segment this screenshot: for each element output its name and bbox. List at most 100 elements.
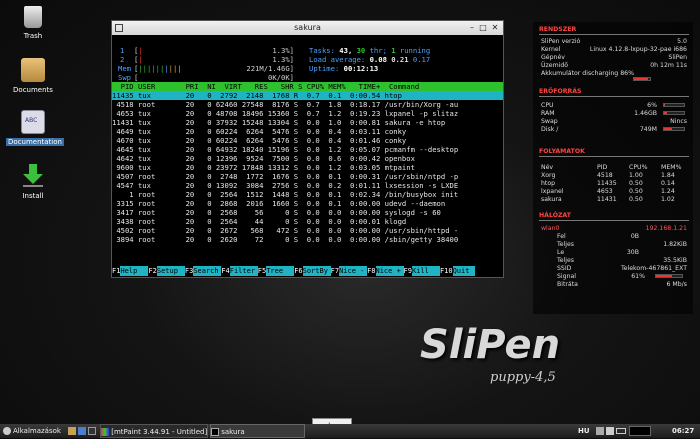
uptime-line: Uptime: 00:12:13 bbox=[309, 64, 379, 73]
desktop-icon-documents[interactable]: Documents bbox=[6, 58, 60, 94]
fkey-f7[interactable]: F7Nice - bbox=[330, 266, 368, 276]
teljes2-row: Teljes 35.5KiB bbox=[557, 257, 687, 264]
process-row: lxpanel 4653 0.50 1.24 bbox=[541, 188, 687, 196]
process-row[interactable]: 4547 tux 20 0 13092 3084 2756 S 0.0 0.2 … bbox=[112, 181, 503, 190]
process-row: sakura 11431 0.50 1.02 bbox=[541, 196, 687, 204]
fkey-f3[interactable]: F3Search bbox=[184, 266, 222, 276]
divider bbox=[539, 96, 689, 97]
desktop-icon-install[interactable]: Install bbox=[6, 162, 60, 200]
desktop-icon-label: Trash bbox=[23, 32, 43, 40]
ssid-row: SSID Telekom-467861_EXT bbox=[557, 265, 687, 272]
process-cell: 0.50 bbox=[629, 180, 643, 187]
process-row[interactable]: 3894 root 20 0 2620 72 0 S 0.0 0.0 0:00.… bbox=[112, 235, 503, 244]
fkey-key: F10 bbox=[439, 266, 453, 276]
desktop-icon-trash[interactable]: Trash bbox=[6, 6, 60, 40]
process-row[interactable]: 11435 tux 20 0 2792 2148 1768 R 0.7 0.1 … bbox=[112, 91, 503, 100]
process-row[interactable]: 1 root 20 0 2564 1512 1448 S 0.0 0.1 0:0… bbox=[112, 190, 503, 199]
process-cell: lxpanel bbox=[541, 188, 564, 195]
process-row[interactable]: 4518 root 20 0 62460 27548 8176 S 0.7 1.… bbox=[112, 100, 503, 109]
taskbar-button-sakura[interactable]: sakura bbox=[210, 424, 305, 438]
process-table-header[interactable]: PID USER PRI NI VIRT RES SHR S CPU% MEM%… bbox=[112, 82, 503, 91]
process-row[interactable]: 4502 root 20 0 2672 568 472 S 0.0 0.0 0:… bbox=[112, 226, 503, 235]
process-row[interactable]: 4670 tux 20 0 60224 6264 5476 S 0.0 0.4 … bbox=[112, 136, 503, 145]
process-row[interactable]: 11431 tux 20 0 37932 15248 13304 S 0.0 1… bbox=[112, 118, 503, 127]
logo-sub-text: puppy-4,5 bbox=[490, 370, 556, 385]
process-row[interactable]: 4649 tux 20 0 60224 6264 5476 S 0.0 0.4 … bbox=[112, 127, 503, 136]
fkey-f5[interactable]: F5Tree bbox=[257, 266, 295, 276]
volume-icon[interactable] bbox=[606, 427, 615, 435]
file-manager-icon[interactable] bbox=[68, 427, 76, 435]
column-header: Név bbox=[541, 164, 554, 171]
process-cell: Xorg bbox=[541, 172, 556, 179]
section-title-folyamatok: FOLYAMATOK bbox=[539, 148, 585, 155]
fkey-f6[interactable]: F6SortBy bbox=[294, 266, 331, 276]
process-cell: 4518 bbox=[597, 172, 613, 179]
start-menu-button[interactable]: Alkalmazások bbox=[3, 424, 61, 438]
folder-icon bbox=[21, 58, 45, 82]
process-cell: 11431 bbox=[597, 196, 617, 203]
fkey-label: Tree bbox=[266, 266, 295, 276]
browser-icon[interactable] bbox=[78, 427, 87, 435]
system-info-key: Akkumulátor discharging 86% bbox=[541, 70, 634, 77]
cpu1-bar: [| bbox=[134, 46, 143, 55]
desktop-icon-documentation[interactable]: ABC Documentation bbox=[6, 110, 64, 146]
fkey-label: Quit bbox=[452, 266, 475, 276]
tray-icons[interactable] bbox=[596, 424, 651, 438]
process-cell: 1.02 bbox=[661, 196, 675, 203]
fkey-key: F8 bbox=[367, 266, 376, 276]
fkey-f9[interactable]: F9Kill bbox=[403, 266, 440, 276]
fkey-f2[interactable]: F2Setup bbox=[148, 266, 185, 276]
fkey-label: Kill bbox=[411, 266, 440, 276]
taskbar-button-label: sakura bbox=[221, 428, 245, 436]
system-info-value: 0h 12m 11s bbox=[650, 62, 687, 69]
fkey-f10[interactable]: F10Quit bbox=[439, 266, 475, 276]
process-row[interactable]: 4642 tux 20 0 12396 9524 7500 S 0.0 0.6 … bbox=[112, 154, 503, 163]
mtpaint-icon bbox=[101, 428, 109, 436]
le-row: Le 30B bbox=[557, 249, 639, 256]
system-info-row: Üzemidő 0h 12m 11s bbox=[541, 62, 687, 70]
column-header: MEM% bbox=[661, 164, 682, 171]
process-row[interactable]: 4507 root 20 0 2748 1772 1676 S 0.0 0.1 … bbox=[112, 172, 503, 181]
process-row[interactable]: 9600 tux 20 0 23972 17848 13312 S 0.0 1.… bbox=[112, 163, 503, 172]
process-cell: 11435 bbox=[597, 180, 617, 187]
fkey-f8[interactable]: F8Nice + bbox=[367, 266, 404, 276]
process-row: htop 11435 0.50 0.14 bbox=[541, 180, 687, 188]
process-cell: 0.14 bbox=[661, 180, 675, 187]
cpu-graph-icon bbox=[628, 426, 651, 436]
battery-icon[interactable] bbox=[616, 428, 627, 434]
taskbar-button-mtpaint[interactable]: [mtPaint 3.44.91 - Untitled] bbox=[100, 424, 208, 438]
section-title-halozat: HÁLÓZAT bbox=[539, 212, 571, 219]
keyboard-layout[interactable]: HU bbox=[578, 424, 590, 438]
fkey-key: F3 bbox=[184, 266, 194, 276]
maximize-icon[interactable]: □ bbox=[478, 23, 488, 33]
process-row[interactable]: 4645 tux 20 0 64932 18240 15196 S 0.0 1.… bbox=[112, 145, 503, 154]
fkey-label: Help bbox=[120, 266, 149, 276]
logo-main-text: SliPen bbox=[420, 322, 561, 368]
window-menu-icon[interactable] bbox=[115, 24, 123, 32]
htop-screen[interactable]: 1 [| 1.3%] 2 [| 1.3%] Mem [|||||||||| 22… bbox=[112, 35, 503, 277]
divider bbox=[539, 220, 689, 221]
process-row[interactable]: 3438 root 20 0 2564 44 0 S 0.0 0.0 0:00.… bbox=[112, 217, 503, 226]
window-titlebar[interactable]: sakura – □ ✕ bbox=[112, 21, 503, 35]
system-info-value: Linux 4.12.8-lxpup-32-pae i686 bbox=[589, 46, 687, 53]
function-key-bar: F1Help F2Setup F3Search F4Filter F5Tree F6Sor… bbox=[112, 266, 503, 276]
fel-row: Fel 0B bbox=[557, 233, 639, 240]
clock[interactable]: 06:27 bbox=[672, 424, 694, 438]
quicklaunch-icons[interactable] bbox=[68, 424, 97, 438]
fkey-f1[interactable]: F1Help bbox=[112, 266, 149, 276]
close-icon[interactable]: ✕ bbox=[490, 23, 500, 33]
minimize-icon[interactable]: – bbox=[467, 23, 477, 33]
process-table-header: Név PID CPU% MEM% bbox=[541, 164, 687, 172]
network-icon[interactable] bbox=[596, 427, 604, 435]
process-row[interactable]: 3315 root 20 0 2868 2016 1660 S 0.0 0.1 … bbox=[112, 199, 503, 208]
process-row: Xorg 4518 1.00 1.84 bbox=[541, 172, 687, 180]
desktop-icon-label: Documents bbox=[13, 86, 53, 94]
system-info-row: SliPen verzió 5.0 bbox=[541, 38, 687, 46]
terminal-window[interactable]: sakura – □ ✕ 1 [| 1.3%] 2 [| 1.3%] Mem [… bbox=[111, 20, 504, 278]
process-row[interactable]: 4653 tux 20 0 48708 18496 15360 S 0.7 1.… bbox=[112, 109, 503, 118]
process-cell: 1.84 bbox=[661, 172, 675, 179]
terminal-launcher-icon[interactable] bbox=[88, 427, 97, 435]
desktop-icon-label: Install bbox=[22, 192, 44, 200]
fkey-f4[interactable]: F4Filter bbox=[221, 266, 258, 276]
process-row[interactable]: 3417 root 20 0 2568 56 0 S 0.0 0.0 0:00.… bbox=[112, 208, 503, 217]
